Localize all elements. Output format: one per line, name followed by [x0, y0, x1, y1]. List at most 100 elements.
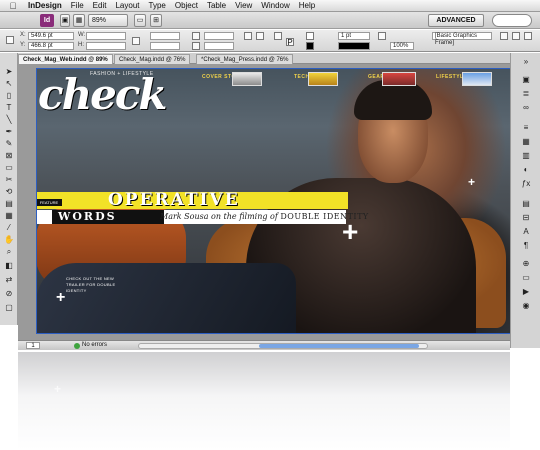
constrain-proportions-icon[interactable]	[132, 37, 140, 45]
stroke-panel-icon[interactable]: ≡	[520, 123, 532, 133]
rotation-field[interactable]	[204, 32, 234, 40]
indesign-icon[interactable]: Id	[40, 14, 54, 27]
rotate-icon[interactable]	[192, 32, 200, 40]
panel-menu-icon[interactable]	[524, 32, 532, 40]
fill-swatch-icon[interactable]	[306, 32, 314, 40]
eyedropper-tool-icon[interactable]: ⁄	[4, 223, 14, 233]
tab-check-mag-web[interactable]: Check_Mag_Web.indd @ 89%	[18, 54, 113, 64]
tab-check-mag-press[interactable]: *Check_Mag_Press.indd @ 76%	[196, 54, 294, 64]
preview-panel-icon[interactable]: ◉	[520, 301, 532, 311]
text-wrap-panel-icon[interactable]: ▤	[520, 199, 532, 209]
apple-icon[interactable]: 	[6, 1, 20, 11]
paragraph-panel-icon[interactable]: ¶	[520, 241, 532, 251]
swatches-panel-icon[interactable]: ▦	[520, 137, 532, 147]
document-canvas[interactable]: check FASHION + LIFESTYLE COVER STORY TE…	[18, 64, 512, 340]
effects-icon[interactable]	[378, 32, 386, 40]
direct-selection-tool-icon[interactable]: ↖	[4, 79, 14, 89]
height-field[interactable]	[86, 42, 126, 50]
wrap-icon[interactable]	[500, 32, 508, 40]
tech-thumbnail[interactable]	[308, 72, 338, 86]
cover-story-thumbnail[interactable]	[232, 72, 262, 86]
fill-stroke-icon[interactable]: ◧	[4, 261, 14, 271]
search-input[interactable]	[492, 14, 532, 27]
gradient-panel-icon[interactable]: ▥	[520, 151, 532, 161]
bridge-icon[interactable]: ▣	[60, 14, 70, 27]
screen-mode-tool-icon[interactable]: ▢	[4, 303, 14, 313]
preflight-status-icon[interactable]	[74, 343, 80, 349]
menu-app-name[interactable]: InDesign	[28, 1, 62, 10]
magazine-logo[interactable]: check	[38, 74, 168, 116]
select-container-icon[interactable]	[274, 32, 282, 40]
scale-x-field[interactable]	[150, 32, 180, 40]
hand-tool-icon[interactable]: ✋	[4, 235, 14, 245]
animation-panel-icon[interactable]: ▶	[520, 287, 532, 297]
line-tool-icon[interactable]: ╲	[4, 115, 14, 125]
plus-icon-teaser[interactable]: +	[56, 290, 65, 306]
menu-view[interactable]: View	[235, 1, 252, 10]
object-style-select[interactable]: [Basic Graphics Frame]	[432, 32, 492, 46]
screen-mode-icon[interactable]: ▭	[134, 14, 146, 27]
menu-object[interactable]: Object	[175, 1, 198, 10]
zoom-select[interactable]: 89%	[88, 14, 128, 27]
arrange-documents-icon[interactable]: ⊞	[150, 14, 162, 27]
page-tool-icon[interactable]: ▯	[4, 91, 14, 101]
type-tool-icon[interactable]: T	[4, 103, 14, 113]
horizontal-scrollbar[interactable]	[138, 343, 428, 349]
headline-words[interactable]: WORDS	[52, 210, 164, 224]
document-page[interactable]: check FASHION + LIFESTYLE COVER STORY TE…	[36, 68, 512, 334]
hyperlinks-panel-icon[interactable]: ⊕	[520, 259, 532, 269]
scissors-tool-icon[interactable]: ✂	[4, 175, 14, 185]
menu-layout[interactable]: Layout	[115, 1, 139, 10]
collapse-panels-icon[interactable]: »	[520, 57, 532, 67]
align-icon[interactable]	[512, 32, 520, 40]
gear-thumbnail[interactable]	[382, 72, 416, 86]
view-options-icon[interactable]: ▦	[73, 14, 85, 27]
stroke-type-select[interactable]	[338, 42, 370, 50]
subhead-text[interactable]: Mark Sousa on the filming of DOUBLE IDEN…	[160, 210, 369, 224]
apply-none-icon[interactable]: ⊘	[4, 289, 14, 299]
effects-panel-icon[interactable]: ƒx	[520, 179, 532, 189]
opacity-field[interactable]: 100%	[390, 42, 414, 50]
pen-tool-icon[interactable]: ✒	[4, 127, 14, 137]
swap-fill-stroke-icon[interactable]: ⇄	[4, 275, 14, 285]
character-panel-icon[interactable]: A	[520, 227, 532, 237]
plus-icon-small[interactable]: +	[468, 176, 475, 188]
color-panel-icon[interactable]: ◐	[520, 165, 532, 175]
rectangle-tool-icon[interactable]: ▭	[4, 163, 14, 173]
scale-y-field[interactable]	[150, 42, 180, 50]
page-number-field[interactable]: 1	[26, 342, 40, 349]
feature-tag[interactable]: FEATURE	[36, 199, 62, 206]
menu-file[interactable]: File	[71, 1, 84, 10]
x-field[interactable]: 549.6 pt	[28, 32, 74, 40]
p-icon[interactable]: P	[286, 38, 294, 47]
trailer-teaser[interactable]: CHECK OUT THE NEW TRAILER FOR DOUBLE IDE…	[66, 276, 116, 294]
width-field[interactable]	[86, 32, 126, 40]
buttons-panel-icon[interactable]: ▭	[520, 273, 532, 283]
y-field[interactable]: 466.8 pt	[28, 42, 74, 50]
free-transform-tool-icon[interactable]: ⟲	[4, 187, 14, 197]
gradient-tool-icon[interactable]: ▤	[4, 199, 14, 209]
shear-field[interactable]	[204, 42, 234, 50]
scrollbar-thumb[interactable]	[259, 344, 419, 348]
menu-edit[interactable]: Edit	[93, 1, 107, 10]
menu-table[interactable]: Table	[207, 1, 226, 10]
menu-type[interactable]: Type	[149, 1, 166, 10]
workspace-menu[interactable]: ADVANCED	[428, 14, 484, 27]
links-panel-icon[interactable]: ∞	[520, 103, 532, 113]
selection-tool-icon[interactable]: ➤	[4, 67, 14, 77]
layers-panel-icon[interactable]: ≣	[520, 89, 532, 99]
rectangle-frame-tool-icon[interactable]: ⊠	[4, 151, 14, 161]
headline-operative[interactable]: OPERATIVE	[108, 192, 240, 209]
shear-icon[interactable]	[192, 42, 200, 50]
lifestyle-thumbnail[interactable]	[462, 72, 492, 86]
menu-window[interactable]: Window	[261, 1, 289, 10]
zoom-tool-icon[interactable]: ⌕	[4, 247, 14, 257]
tab-check-mag[interactable]: Check_Mag.indd @ 76%	[114, 54, 191, 64]
reference-point-icon[interactable]	[6, 36, 14, 44]
menu-help[interactable]: Help	[299, 1, 315, 10]
pages-panel-icon[interactable]: ▣	[520, 75, 532, 85]
align-panel-icon[interactable]: ⊟	[520, 213, 532, 223]
flip-horizontal-icon[interactable]	[244, 32, 252, 40]
pencil-tool-icon[interactable]: ✎	[4, 139, 14, 149]
preflight-status-text[interactable]: No errors	[82, 341, 107, 350]
